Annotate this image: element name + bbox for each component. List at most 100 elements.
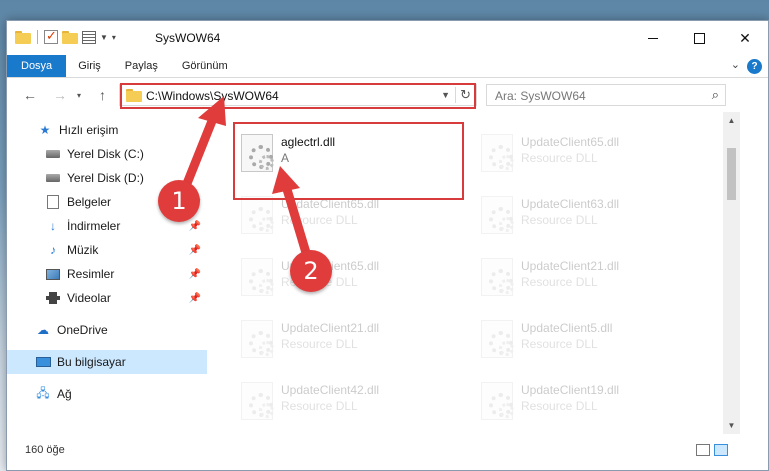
- details-view-icon[interactable]: [696, 444, 710, 456]
- search-icon[interactable]: ⌕: [712, 87, 719, 103]
- dll-file-icon: [481, 134, 514, 172]
- view-switcher: [696, 444, 728, 456]
- close-button[interactable]: ✕: [722, 21, 768, 55]
- window-controls: ✕: [630, 21, 768, 55]
- step-2-badge: 2: [290, 250, 332, 292]
- sidebar-item-label: Videolar: [67, 291, 111, 305]
- pin-icon[interactable]: 📌: [189, 269, 201, 280]
- back-button[interactable]: ←: [23, 87, 37, 103]
- file-item[interactable]: UpdateClient63.dll Resource DLL: [471, 188, 691, 240]
- file-highlight-box: [233, 122, 464, 200]
- file-description: Resource DLL: [281, 337, 358, 351]
- file-name: UpdateClient63.dll: [521, 197, 620, 211]
- sidebar-item-pictures[interactable]: Resimler 📌: [7, 262, 207, 286]
- sidebar-item-label: OneDrive: [57, 323, 108, 337]
- customize-toolbar-icon[interactable]: ▾: [112, 33, 116, 42]
- minimize-button[interactable]: [630, 21, 676, 55]
- folder-icon: [15, 30, 31, 44]
- file-description: Resource DLL: [521, 399, 598, 413]
- sidebar-item-label: Bu bilgisayar: [57, 355, 126, 369]
- scroll-up-icon[interactable]: ▲: [723, 112, 740, 129]
- file-name: UpdateClient5.dll: [521, 321, 613, 335]
- file-item[interactable]: UpdateClient5.dll Resource DLL: [471, 312, 691, 364]
- sidebar-item-this-pc[interactable]: Bu bilgisayar: [7, 350, 207, 374]
- sidebar-item-label: Belgeler: [67, 195, 112, 209]
- file-item[interactable]: UpdateClient21.dll Resource DLL: [231, 312, 451, 364]
- maximize-button[interactable]: [676, 21, 722, 55]
- file-item[interactable]: UpdateClient42.dll Resource DLL: [231, 374, 451, 426]
- expand-ribbon-icon[interactable]: ⌄: [731, 58, 740, 71]
- download-icon: ↓: [50, 219, 56, 233]
- window-title: SysWOW64: [155, 31, 221, 45]
- properties-check-icon[interactable]: [44, 28, 58, 44]
- dll-file-icon: [481, 258, 514, 296]
- sidebar-item-quick-access[interactable]: ★ Hızlı erişim: [7, 118, 207, 142]
- file-description: Resource DLL: [521, 151, 598, 165]
- file-item[interactable]: UpdateClient21.dll Resource DLL: [471, 250, 691, 302]
- sidebar-item-label: Hızlı erişim: [59, 123, 119, 137]
- file-description: Resource DLL: [521, 213, 598, 227]
- sidebar-item-label: Resimler: [67, 267, 115, 281]
- file-description: Resource DLL: [281, 399, 358, 413]
- new-folder-icon[interactable]: [62, 30, 78, 44]
- file-item[interactable]: UpdateClient65.dll Resource DLL: [231, 250, 451, 302]
- forward-button[interactable]: →: [53, 87, 67, 103]
- rename-icon[interactable]: [82, 30, 96, 44]
- sidebar-item-videos[interactable]: Videolar 📌: [7, 286, 207, 310]
- dll-file-icon: [481, 320, 514, 358]
- quick-access-toolbar: ▼ ▾: [15, 28, 116, 44]
- chevron-down-icon[interactable]: ▼: [100, 33, 108, 42]
- network-icon: 🖧: [36, 385, 50, 400]
- tiles-view-icon[interactable]: [714, 444, 728, 456]
- help-icon[interactable]: ?: [747, 59, 762, 74]
- tab-giris[interactable]: Giriş: [66, 55, 113, 77]
- search-input[interactable]: Ara: SysWOW64: [495, 89, 586, 103]
- tab-gorunum[interactable]: Görünüm: [170, 55, 240, 77]
- search-box[interactable]: Ara: SysWOW64 ⌕: [486, 84, 726, 106]
- ribbon-tabs: Dosya Giriş Paylaş Görünüm ⌄ ?: [7, 55, 768, 78]
- title-bar: ▼ ▾ SysWOW64 ✕: [7, 21, 768, 55]
- file-item[interactable]: UpdateClient19.dll Resource DLL: [471, 374, 691, 426]
- star-icon: ★: [39, 123, 51, 137]
- tab-dosya[interactable]: Dosya: [7, 55, 67, 77]
- dll-file-icon: [241, 320, 274, 358]
- vertical-scrollbar[interactable]: ▲ ▼: [723, 112, 740, 434]
- file-item[interactable]: UpdateClient65.dll Resource DLL: [471, 126, 691, 178]
- disk-icon: [45, 147, 61, 161]
- file-name: UpdateClient42.dll: [281, 383, 380, 397]
- pin-icon[interactable]: 📌: [189, 293, 201, 304]
- sidebar-item-disk-c[interactable]: Yerel Disk (C:): [7, 142, 207, 166]
- close-icon: ✕: [739, 29, 751, 46]
- sidebar-item-onedrive[interactable]: ☁ OneDrive: [7, 318, 207, 342]
- file-name: UpdateClient21.dll: [521, 259, 620, 273]
- scroll-down-icon[interactable]: ▼: [723, 417, 740, 434]
- file-name: UpdateClient19.dll: [521, 383, 620, 397]
- navigation-pane: ★ Hızlı erişim Yerel Disk (C:) Yerel Dis…: [7, 112, 207, 434]
- document-icon: [45, 195, 61, 209]
- file-description: Resource DLL: [521, 337, 598, 351]
- recent-locations-chevron-icon[interactable]: ▾: [77, 91, 81, 100]
- pin-icon[interactable]: 📌: [189, 221, 201, 232]
- step-1-badge: 1: [158, 180, 200, 222]
- file-description: Resource DLL: [521, 275, 598, 289]
- sidebar-item-label: İndirmeler: [67, 219, 121, 233]
- sidebar-item-label: Yerel Disk (C:): [67, 147, 144, 161]
- dll-file-icon: [241, 382, 274, 420]
- tab-paylas[interactable]: Paylaş: [113, 55, 170, 77]
- toolbar-separator: [37, 30, 38, 44]
- up-button[interactable]: ↑: [99, 87, 106, 103]
- sidebar-item-label: Müzik: [67, 243, 99, 257]
- sidebar-item-music[interactable]: ♪ Müzik 📌: [7, 238, 207, 262]
- sidebar-item-network[interactable]: 🖧 Ağ: [7, 382, 207, 406]
- dll-file-icon: [481, 382, 514, 420]
- sidebar-item-label: Yerel Disk (D:): [67, 171, 144, 185]
- music-icon: ♪: [50, 243, 56, 257]
- explorer-window: ▼ ▾ SysWOW64 ✕ Dosya Giriş Paylaş Görünü…: [6, 20, 769, 471]
- item-count: 160 öğe: [25, 444, 65, 456]
- scrollbar-thumb[interactable]: [727, 148, 736, 200]
- pc-icon: [35, 355, 51, 369]
- pin-icon[interactable]: 📌: [189, 245, 201, 256]
- file-name: UpdateClient21.dll: [281, 321, 380, 335]
- video-icon: [45, 291, 61, 305]
- file-description: Resource DLL: [281, 213, 358, 227]
